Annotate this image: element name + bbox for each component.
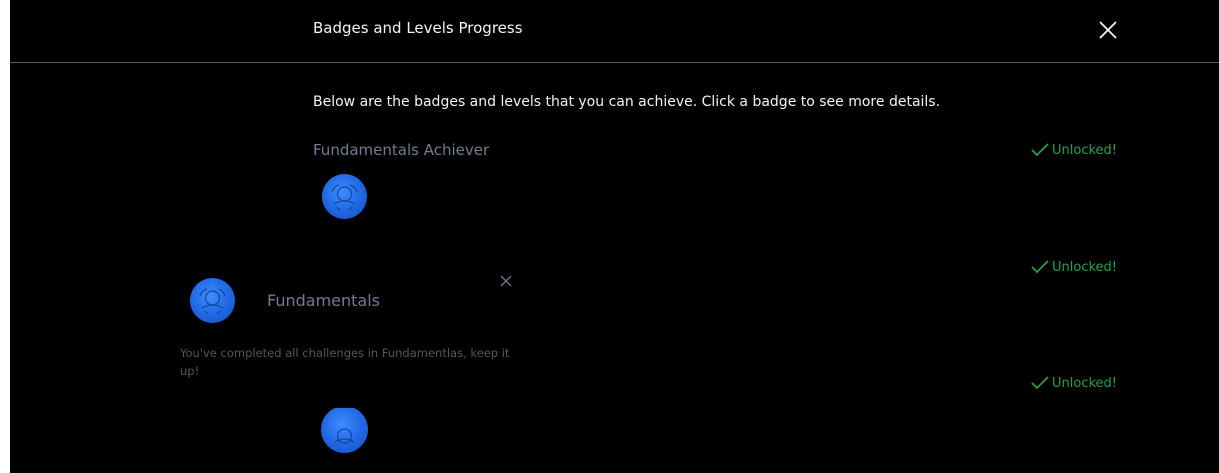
badge-status-1: Unlocked! [1030,142,1117,158]
close-icon[interactable] [1096,18,1120,42]
modal-intro-text: Below are the badges and levels that you… [313,94,941,110]
badge-status-label: Unlocked! [1052,259,1117,275]
popover-description: You've completed all challenges in Funda… [180,346,510,378]
badge-detail-popover: Fundamentals You've completed all challe… [170,258,525,408]
badge-status-3: Unlocked! [1030,375,1117,391]
badge-partial[interactable] [321,406,368,453]
badge-emblem-icon [331,184,358,211]
checkmark-icon [1031,376,1049,390]
popover-title: Fundamentals [267,291,380,310]
badge-name-fundamentals-achiever: Fundamentals Achiever [313,141,490,159]
badge-status-label: Unlocked! [1052,142,1117,158]
checkmark-icon [1031,143,1049,157]
badge-status-label: Unlocked! [1052,375,1117,391]
badges-modal: Badges and Levels Progress Below are the… [10,0,1219,473]
badge-emblem-icon [199,288,226,315]
badge-fundamentals-achiever[interactable] [322,174,367,219]
modal-header: Badges and Levels Progress [10,0,1219,63]
badge-emblem-icon [334,428,355,444]
badge-status-2: Unlocked! [1030,259,1117,275]
popover-badge-image [190,278,235,323]
checkmark-icon [1031,260,1049,274]
close-icon[interactable] [500,272,512,287]
modal-title: Badges and Levels Progress [313,19,523,37]
